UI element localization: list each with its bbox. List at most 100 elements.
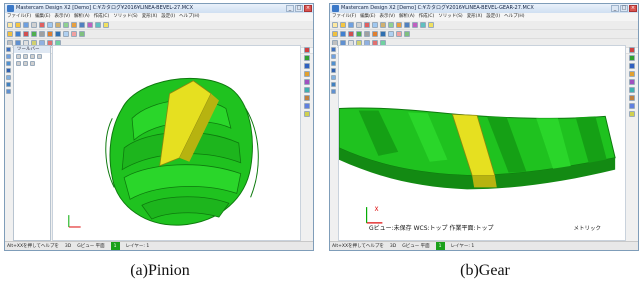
plane-top-icon[interactable]	[629, 47, 635, 53]
plane-front-icon[interactable]	[629, 55, 635, 61]
fit-icon[interactable]	[404, 22, 410, 28]
close-button[interactable]: ×	[304, 5, 312, 12]
arc-icon[interactable]	[348, 31, 354, 37]
point-icon[interactable]	[7, 31, 13, 37]
arc-icon[interactable]	[23, 31, 29, 37]
trim-icon[interactable]	[55, 31, 61, 37]
menu-view[interactable]: 表示(V)	[54, 13, 70, 21]
menu-solid[interactable]: ソリッド(S)	[113, 13, 137, 21]
zoom-icon[interactable]	[71, 22, 77, 28]
surface-icon[interactable]	[388, 31, 394, 37]
mesh-tool-icon[interactable]	[304, 111, 310, 117]
analyze-icon[interactable]	[404, 31, 410, 37]
view-top-icon[interactable]	[331, 54, 336, 59]
select-icon[interactable]	[6, 47, 11, 52]
copy-icon[interactable]	[372, 22, 378, 28]
mesh-tool-icon[interactable]	[629, 111, 635, 117]
new-file-icon[interactable]	[7, 22, 13, 28]
graphics-viewport[interactable]	[52, 45, 301, 241]
fit-icon[interactable]	[79, 22, 85, 28]
spline-icon[interactable]	[356, 31, 362, 37]
menu-create[interactable]: 作成(C)	[419, 13, 435, 21]
view-front-icon[interactable]	[331, 61, 336, 66]
status-layer-label[interactable]: レイヤー: 1	[451, 242, 475, 250]
minimize-button[interactable]: _	[286, 5, 294, 12]
line-tool-icon[interactable]	[304, 71, 310, 77]
rectangle-icon[interactable]	[39, 31, 45, 37]
view-iso-icon[interactable]	[331, 68, 336, 73]
menu-file[interactable]: ファイル(F)	[7, 13, 31, 21]
spline-icon[interactable]	[31, 31, 37, 37]
paste-icon[interactable]	[55, 22, 61, 28]
view-front-icon[interactable]	[6, 61, 11, 66]
curve-tool-icon[interactable]	[304, 79, 310, 85]
light-icon[interactable]	[428, 22, 434, 28]
close-button[interactable]: ×	[629, 5, 637, 12]
view-right-icon[interactable]	[6, 75, 11, 80]
shade-icon[interactable]	[87, 22, 93, 28]
line-icon[interactable]	[15, 31, 21, 37]
menu-edit[interactable]: 編集(E)	[35, 13, 50, 21]
pan-icon[interactable]	[6, 89, 11, 94]
maximize-button[interactable]: □	[620, 5, 628, 12]
trim-icon[interactable]	[380, 31, 386, 37]
point-icon[interactable]	[332, 31, 338, 37]
open-file-icon[interactable]	[15, 22, 21, 28]
view-iso-icon[interactable]	[6, 68, 11, 73]
panel-tool-icon[interactable]	[16, 61, 21, 66]
menu-settings[interactable]: 設定(I)	[161, 13, 175, 21]
solid-icon[interactable]	[71, 31, 77, 37]
save-icon[interactable]	[23, 22, 29, 28]
menu-view[interactable]: 表示(V)	[379, 13, 395, 21]
cut-icon[interactable]	[39, 22, 45, 28]
plane-side-icon[interactable]	[629, 63, 635, 69]
fillet-icon[interactable]	[47, 31, 53, 37]
menu-transform[interactable]: 変形(X)	[142, 13, 158, 21]
status-layer-label[interactable]: レイヤー: 1	[126, 242, 150, 250]
status-plane[interactable]: Gビュー 平面	[77, 242, 104, 250]
panel-tool-icon[interactable]	[16, 54, 21, 59]
status-plane[interactable]: Gビュー 平面	[402, 242, 429, 250]
menu-file[interactable]: ファイル(F)	[332, 13, 356, 21]
maximize-button[interactable]: □	[295, 5, 303, 12]
undo-icon[interactable]	[388, 22, 394, 28]
solid-tool-icon[interactable]	[304, 95, 310, 101]
paste-icon[interactable]	[380, 22, 386, 28]
menu-help[interactable]: ヘルプ(H)	[179, 13, 199, 21]
menu-analyze[interactable]: 解析(A)	[74, 13, 90, 21]
surface-icon[interactable]	[63, 31, 69, 37]
surface-tool-icon[interactable]	[629, 87, 635, 93]
cut-icon[interactable]	[364, 22, 370, 28]
panel-tool-icon[interactable]	[23, 61, 28, 66]
status-view[interactable]: 3D	[390, 242, 396, 250]
view-right-icon[interactable]	[331, 75, 336, 80]
rotate-icon[interactable]	[420, 22, 426, 28]
view-top-icon[interactable]	[6, 54, 11, 59]
save-icon[interactable]	[348, 22, 354, 28]
plane-top-icon[interactable]	[304, 47, 310, 53]
print-icon[interactable]	[356, 22, 362, 28]
rotate-icon[interactable]	[95, 22, 101, 28]
light-icon[interactable]	[103, 22, 109, 28]
status-view[interactable]: 3D	[65, 242, 71, 250]
menu-create[interactable]: 作成(C)	[94, 13, 110, 21]
panel-tool-icon[interactable]	[30, 54, 35, 59]
undo-icon[interactable]	[63, 22, 69, 28]
plane-side-icon[interactable]	[304, 63, 310, 69]
surface-tool-icon[interactable]	[304, 87, 310, 93]
zoom-icon[interactable]	[396, 22, 402, 28]
pan-icon[interactable]	[331, 89, 336, 94]
panel-tool-icon[interactable]	[30, 61, 35, 66]
solid-tool-icon[interactable]	[629, 95, 635, 101]
select-icon[interactable]	[331, 47, 336, 52]
minimize-button[interactable]: _	[611, 5, 619, 12]
rectangle-icon[interactable]	[364, 31, 370, 37]
menu-settings[interactable]: 設定(I)	[486, 13, 500, 21]
line-tool-icon[interactable]	[629, 71, 635, 77]
shade-icon[interactable]	[412, 22, 418, 28]
panel-tool-icon[interactable]	[37, 54, 42, 59]
print-icon[interactable]	[31, 22, 37, 28]
solid-icon[interactable]	[396, 31, 402, 37]
menu-help[interactable]: ヘルプ(H)	[504, 13, 524, 21]
fillet-icon[interactable]	[372, 31, 378, 37]
